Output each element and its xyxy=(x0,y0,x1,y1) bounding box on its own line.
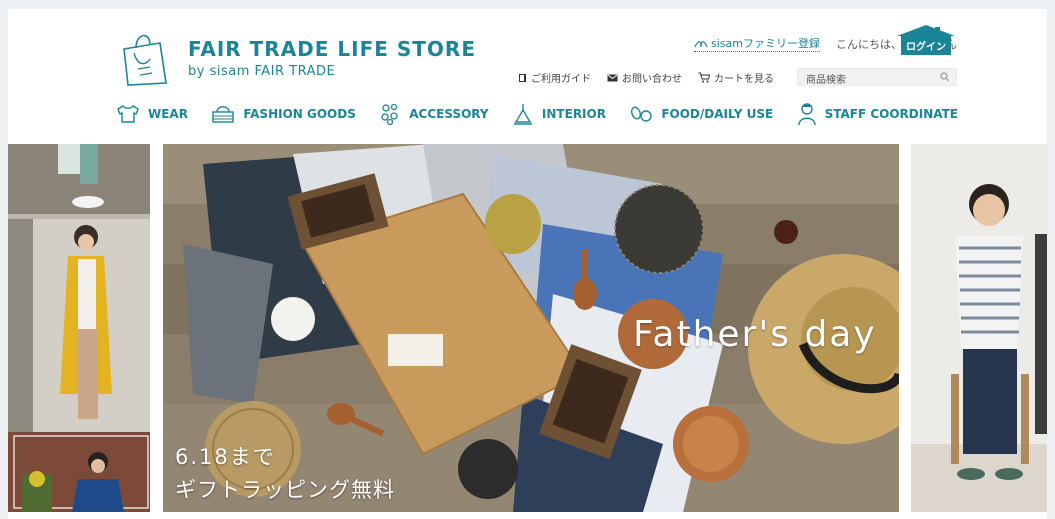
nav-fashion-goods[interactable]: FASHION GOODS xyxy=(211,104,356,124)
nav-staff-coordinate-label: STAFF COORDINATE xyxy=(824,107,958,121)
store-logo[interactable]: FAIR TRADE LIFE STORE by sisam FAIR TRAD… xyxy=(116,29,475,89)
lamp-icon xyxy=(513,104,532,125)
slide-caption-date: 6.18まで xyxy=(175,445,276,469)
food-icon xyxy=(631,106,653,122)
nav-interior[interactable]: INTERIOR xyxy=(512,103,606,125)
nav-food-daily-use[interactable]: FOOD/DAILY USE xyxy=(629,106,773,122)
login-button[interactable]: ログイン xyxy=(897,25,955,55)
nav-wear-label: WEAR xyxy=(148,107,188,121)
sisam-leaf-icon xyxy=(694,41,708,48)
shirt-icon xyxy=(117,105,139,123)
contact-label: お問い合わせ xyxy=(622,74,682,85)
main-slide-image[interactable]: Father's day 6.18まで ギフトラッピング無料 xyxy=(163,144,899,512)
slide-title: Father's day xyxy=(633,314,877,355)
slide-caption-offer: ギフトラッピング無料 xyxy=(175,478,395,502)
shopping-bag-icon xyxy=(123,34,167,86)
nav-accessory-label: ACCESSORY xyxy=(409,107,489,121)
nav-food-daily-use-label: FOOD/DAILY USE xyxy=(661,107,774,121)
hero-slider: Father's day 6.18まで ギフトラッピング無料 ‹ › xyxy=(8,144,1047,512)
search-placeholder: 商品検索 xyxy=(806,75,846,86)
nav-accessory[interactable]: ACCESSORY xyxy=(379,102,489,126)
search-icon[interactable] xyxy=(940,72,950,82)
guide-label: ご利用ガイド xyxy=(531,74,591,85)
slider-next-arrow[interactable]: › xyxy=(898,312,909,345)
utility-links: ご利用ガイド お問い合わせ カートを見る xyxy=(518,70,774,85)
basket-icon xyxy=(212,106,235,123)
accessory-icon xyxy=(381,103,398,126)
nav-fashion-goods-label: FASHION GOODS xyxy=(243,107,356,121)
family-register-label: sisamファミリー登録 xyxy=(711,37,820,50)
cart-link[interactable]: カートを見る xyxy=(698,70,774,85)
logo-subtitle: by sisam FAIR TRADE xyxy=(188,64,336,79)
book-icon xyxy=(519,73,526,82)
nav-wear[interactable]: WEAR xyxy=(116,105,188,123)
category-nav: WEAR FASHION GOODS ACCESSORY INTERIOR FO… xyxy=(116,101,958,127)
contact-link[interactable]: お問い合わせ xyxy=(607,70,682,85)
search-input[interactable]: 商品検索 xyxy=(797,68,957,86)
cart-icon xyxy=(698,72,710,83)
cart-label: カートを見る xyxy=(714,74,774,85)
photo-woman-yellow-coat xyxy=(8,144,150,512)
page: FAIR TRADE LIFE STORE by sisam FAIR TRAD… xyxy=(8,9,1047,519)
mail-icon xyxy=(607,74,618,81)
family-register-link[interactable]: sisamファミリー登録 xyxy=(694,35,820,52)
left-slide-image[interactable] xyxy=(8,144,150,512)
nav-interior-label: INTERIOR xyxy=(541,107,606,121)
logo-title: FAIR TRADE LIFE STORE xyxy=(188,37,476,61)
staff-icon xyxy=(797,103,816,126)
login-label: ログイン xyxy=(906,42,946,53)
slider-prev-arrow[interactable]: ‹ xyxy=(148,312,159,345)
nav-staff-coordinate[interactable]: STAFF COORDINATE xyxy=(797,102,958,126)
guide-link[interactable]: ご利用ガイド xyxy=(518,70,591,85)
right-slide-image[interactable] xyxy=(911,144,1047,512)
photo-staff-men xyxy=(911,144,1047,512)
